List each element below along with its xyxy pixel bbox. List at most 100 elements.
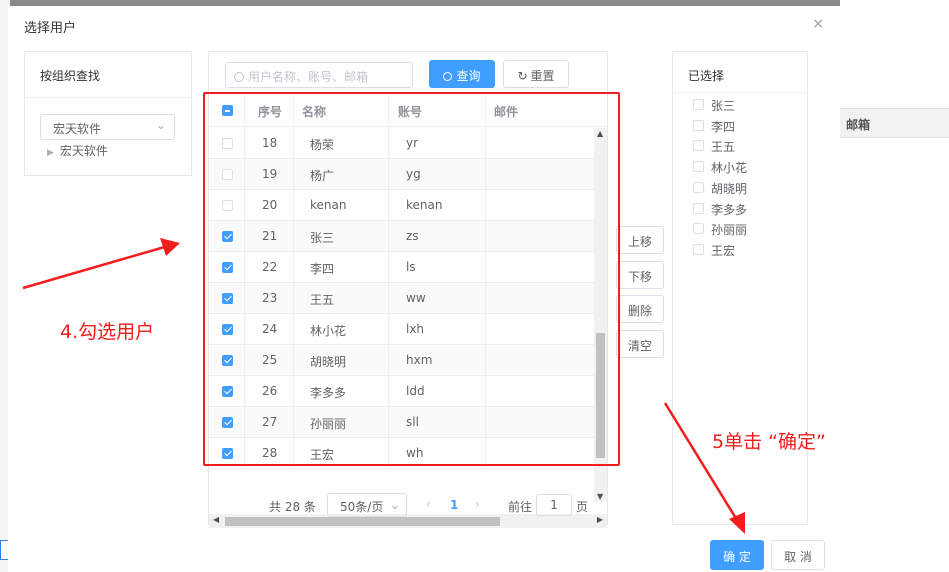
selected-item-label: 李多多 xyxy=(711,202,748,217)
table-row[interactable]: 21 张三 zs xyxy=(209,221,594,252)
column-divider xyxy=(388,221,389,252)
close-icon[interactable]: × xyxy=(812,16,824,32)
scroll-up-icon[interactable]: ▲ xyxy=(597,129,603,138)
background-table-header: 邮箱 xyxy=(840,108,949,138)
row-checkbox[interactable] xyxy=(222,262,233,273)
table-row[interactable]: 19 杨广 yg xyxy=(209,159,594,190)
search-input[interactable]: 用户名称、账号、邮箱 xyxy=(225,62,413,88)
column-divider xyxy=(244,159,245,190)
background-column-email: 邮箱 xyxy=(846,118,871,132)
header-account: 账号 xyxy=(398,105,423,119)
scroll-thumb[interactable] xyxy=(596,333,605,458)
table-row[interactable]: 18 杨荣 yr xyxy=(209,128,594,159)
column-divider xyxy=(244,190,245,221)
header-index: 序号 xyxy=(258,105,283,119)
dialog-title: 选择用户 xyxy=(24,21,77,36)
reset-button[interactable]: ↻ 重置 xyxy=(503,60,569,88)
column-divider xyxy=(244,438,245,469)
pagination-total: 共 28 条 xyxy=(269,500,316,514)
column-divider xyxy=(293,221,294,252)
table-row[interactable]: 28 王宏 wh xyxy=(209,438,594,469)
selected-item-label: 林小花 xyxy=(711,161,748,176)
cell-account: sll xyxy=(406,415,419,429)
select-all-checkbox[interactable] xyxy=(222,105,233,116)
selected-item-checkbox[interactable] xyxy=(693,99,704,110)
column-divider xyxy=(244,95,245,127)
table-row[interactable]: 27 孙丽丽 sll xyxy=(209,407,594,438)
column-divider xyxy=(388,438,389,469)
row-checkbox[interactable] xyxy=(222,138,233,149)
row-checkbox[interactable] xyxy=(222,231,233,242)
page-number[interactable]: 1 xyxy=(450,498,458,512)
selected-item-checkbox[interactable] xyxy=(693,119,704,131)
row-checkbox[interactable] xyxy=(222,324,233,335)
column-divider xyxy=(244,345,245,376)
refresh-icon: ↻ xyxy=(517,69,528,83)
goto-page-input[interactable]: 1 xyxy=(536,494,572,516)
selected-item-checkbox[interactable] xyxy=(693,202,704,214)
column-divider xyxy=(485,252,486,283)
table-row[interactable]: 25 胡晓明 hxm xyxy=(209,345,594,376)
clear-button[interactable]: 清空 xyxy=(616,330,664,358)
table-row[interactable]: 22 李四 ls xyxy=(209,252,594,283)
move-up-button[interactable]: 上移 xyxy=(616,226,664,254)
column-divider xyxy=(244,221,245,252)
row-checkbox[interactable] xyxy=(222,417,233,428)
cell-index: 24 xyxy=(262,322,278,336)
cell-index: 18 xyxy=(262,136,278,150)
query-button[interactable]: 查询 xyxy=(429,60,495,88)
row-checkbox[interactable] xyxy=(222,293,233,304)
cancel-button[interactable]: 取 消 xyxy=(771,540,825,570)
column-divider xyxy=(485,283,486,314)
prev-page-icon[interactable]: ‹ xyxy=(426,497,431,511)
column-divider xyxy=(244,314,245,345)
page-size-value: 50条/页 xyxy=(340,500,384,514)
selected-item-checkbox[interactable] xyxy=(693,243,704,255)
cell-account: yg xyxy=(406,167,421,181)
selected-item-checkbox[interactable] xyxy=(693,223,704,235)
column-divider xyxy=(293,314,294,345)
table-row[interactable]: 24 林小花 lxh xyxy=(209,314,594,345)
expand-triangle-icon[interactable]: ▶ xyxy=(47,148,54,158)
cell-name: 胡晓明 xyxy=(310,355,347,369)
reset-button-label: 重置 xyxy=(530,69,555,83)
cell-account: hxm xyxy=(406,353,433,367)
selected-item-checkbox[interactable] xyxy=(693,161,704,173)
org-select[interactable]: 宏天软件 ⌄ xyxy=(40,114,175,140)
search-icon xyxy=(443,72,453,81)
row-checkbox[interactable] xyxy=(222,200,233,211)
table-header: 序号 名称 账号 邮件 xyxy=(209,95,607,127)
selected-item-checkbox[interactable] xyxy=(693,140,704,152)
cell-name: 李多多 xyxy=(310,386,347,400)
user-table: 序号 名称 账号 邮件 18 杨荣 yr 19 杨广 yg 20 kenan kenan 21 张三… xyxy=(209,95,607,528)
selected-item-label: 张三 xyxy=(711,99,736,113)
table-row[interactable]: 26 李多多 ldd xyxy=(209,376,594,407)
cell-index: 25 xyxy=(262,353,278,367)
select-user-dialog: 选择用户 × 按组织查找 宏天软件 ⌄ ▶ 宏天软件 用户名称、账号、邮箱 查询 … xyxy=(8,6,840,572)
selected-panel-header: 已选择 xyxy=(673,52,807,93)
column-divider xyxy=(388,95,389,127)
selected-item-checkbox[interactable] xyxy=(693,181,704,193)
row-checkbox[interactable] xyxy=(222,386,233,397)
delete-button[interactable]: 删除 xyxy=(616,295,664,323)
page-size-select[interactable]: 50条/页 ⌄ xyxy=(327,493,407,517)
next-page-icon[interactable]: › xyxy=(475,497,480,511)
row-checkbox[interactable] xyxy=(222,169,233,180)
table-row[interactable]: 20 kenan kenan xyxy=(209,190,594,221)
row-checkbox[interactable] xyxy=(222,355,233,366)
confirm-button[interactable]: 确 定 xyxy=(710,540,764,570)
row-checkbox[interactable] xyxy=(222,448,233,459)
org-tree-node[interactable]: ▶ 宏天软件 xyxy=(47,142,108,159)
cell-account: yr xyxy=(406,136,419,150)
selected-item-label: 李四 xyxy=(711,119,736,134)
background-page-right: 邮箱 xyxy=(840,0,949,572)
column-divider xyxy=(293,159,294,190)
column-divider xyxy=(293,283,294,314)
vertical-scrollbar[interactable]: ▲ ▼ xyxy=(594,128,607,502)
move-down-button[interactable]: 下移 xyxy=(616,261,664,289)
cell-name: 林小花 xyxy=(310,324,347,338)
cell-name: 李四 xyxy=(310,262,335,276)
column-divider xyxy=(485,314,486,345)
table-row[interactable]: 23 王五 ww xyxy=(209,283,594,314)
cell-index: 22 xyxy=(262,260,278,274)
